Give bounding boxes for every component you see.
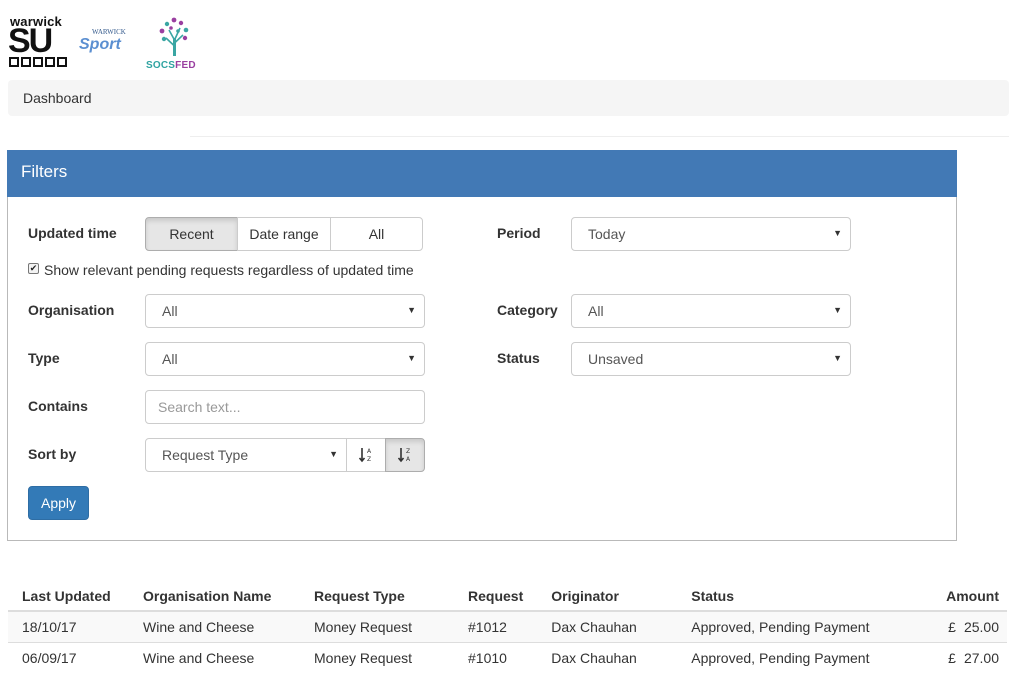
caret-down-icon: ▼ (833, 228, 842, 238)
category-select[interactable]: All ▼ (571, 294, 851, 328)
cell-request-link[interactable]: #1010 (454, 641, 538, 673)
updated-time-date-range-button[interactable]: Date range (237, 217, 331, 251)
updated-time-all-button[interactable]: All (330, 217, 423, 251)
period-select-value: Today (588, 226, 626, 242)
svg-text:A: A (406, 456, 411, 463)
caret-down-icon: ▼ (329, 449, 338, 459)
contains-label: Contains (28, 398, 88, 414)
cell-last-updated: 06/09/17 (8, 641, 129, 673)
apply-button[interactable]: Apply (28, 486, 89, 520)
organisation-label: Organisation (28, 302, 115, 318)
period-label: Period (497, 225, 541, 241)
updated-time-recent-button[interactable]: Recent (145, 217, 238, 251)
show-pending-checkbox[interactable]: ✔ (28, 262, 39, 274)
cell-organisation-name: Wine and Cheese (129, 610, 300, 642)
cell-request-link[interactable]: #1012 (454, 610, 538, 642)
sort-ascending-button[interactable]: A Z (346, 438, 386, 472)
column-header-last-updated[interactable]: Last Updated (8, 580, 129, 612)
column-header-status[interactable]: Status (677, 580, 907, 612)
cell-originator: Dax Chauhan (537, 641, 678, 673)
sort-descending-icon: Z A (398, 448, 411, 463)
cell-request-type: Money Request (300, 610, 454, 642)
status-select[interactable]: Unsaved ▼ (571, 342, 851, 376)
svg-text:Z: Z (406, 448, 410, 455)
divider (190, 136, 1009, 137)
category-label: Category (497, 302, 558, 318)
sort-by-select-value: Request Type (162, 447, 249, 463)
organisation-select-value: All (162, 303, 178, 319)
caret-down-icon: ▼ (407, 305, 416, 315)
cell-amount: £27.00 (907, 641, 1007, 673)
amount-value: 27.00 (963, 649, 999, 666)
organisation-select[interactable]: All ▼ (145, 294, 425, 328)
column-header-originator[interactable]: Originator (537, 580, 678, 612)
category-select-value: All (588, 303, 604, 319)
header-logos: warwick SU WARWICK Sport SOCSFED (8, 14, 208, 72)
contains-search-input[interactable] (145, 390, 425, 424)
svg-text:Z: Z (367, 456, 371, 463)
su-logo-boxes (9, 57, 67, 67)
sort-descending-button[interactable]: Z A (385, 438, 425, 472)
cell-request-type: Money Request (300, 641, 454, 673)
cell-status: Approved, Pending Payment (677, 610, 907, 642)
sort-by-select[interactable]: Request Type ▼ (145, 438, 347, 472)
updated-time-toggle: Recent Date range All (145, 217, 423, 251)
cell-originator: Dax Chauhan (537, 610, 678, 642)
column-header-organisation-name[interactable]: Organisation Name (129, 580, 300, 612)
filters-panel-title: Filters (7, 150, 957, 197)
socsfed-logo[interactable]: SOCSFED (146, 16, 198, 72)
socsfed-logo-word: SOCSFED (146, 60, 196, 71)
svg-text:A: A (367, 448, 372, 455)
requests-table: Last Updated Organisation Name Request T… (8, 580, 1007, 673)
amount-value: 25.00 (963, 618, 999, 635)
updated-time-label: Updated time (28, 225, 117, 241)
type-select[interactable]: All ▼ (145, 342, 425, 376)
period-select[interactable]: Today ▼ (571, 217, 851, 251)
table-row[interactable]: 06/09/17 Wine and Cheese Money Request #… (8, 641, 1007, 673)
cell-last-updated: 18/10/17 (8, 610, 129, 642)
status-label: Status (497, 350, 540, 366)
sort-ascending-icon: A Z (359, 448, 372, 463)
sort-by-label: Sort by (28, 446, 77, 462)
breadcrumb: Dashboard (8, 80, 1009, 116)
show-pending-label: Show relevant pending requests regardles… (44, 262, 414, 278)
status-select-value: Unsaved (588, 351, 644, 367)
show-pending-row: ✔ Show relevant pending requests regardl… (28, 262, 414, 278)
column-header-request[interactable]: Request (454, 580, 538, 612)
breadcrumb-dashboard[interactable]: Dashboard (23, 90, 92, 106)
tree-icon (159, 17, 189, 56)
sport-logo-small: WARWICK (92, 28, 126, 36)
column-header-amount[interactable]: Amount (907, 580, 1007, 612)
su-logo-letters: SU (8, 22, 53, 60)
cell-amount: £25.00 (907, 610, 1007, 642)
currency-symbol: £ (948, 649, 956, 666)
type-label: Type (28, 350, 60, 366)
caret-down-icon: ▼ (407, 353, 416, 363)
cell-status: Approved, Pending Payment (677, 641, 907, 673)
currency-symbol: £ (948, 618, 956, 635)
column-header-request-type[interactable]: Request Type (300, 580, 454, 612)
caret-down-icon: ▼ (833, 305, 842, 315)
type-select-value: All (162, 351, 178, 367)
caret-down-icon: ▼ (833, 353, 842, 363)
sport-logo-word: Sport (79, 36, 121, 53)
warwick-sport-logo[interactable]: WARWICK Sport (78, 28, 140, 56)
cell-organisation-name: Wine and Cheese (129, 641, 300, 673)
warwick-su-logo[interactable]: warwick SU (8, 14, 72, 70)
table-header-row: Last Updated Organisation Name Request T… (8, 580, 1007, 612)
table-row[interactable]: 18/10/17 Wine and Cheese Money Request #… (8, 610, 1007, 642)
filters-panel: Filters Updated time Recent Date range A… (7, 150, 957, 541)
